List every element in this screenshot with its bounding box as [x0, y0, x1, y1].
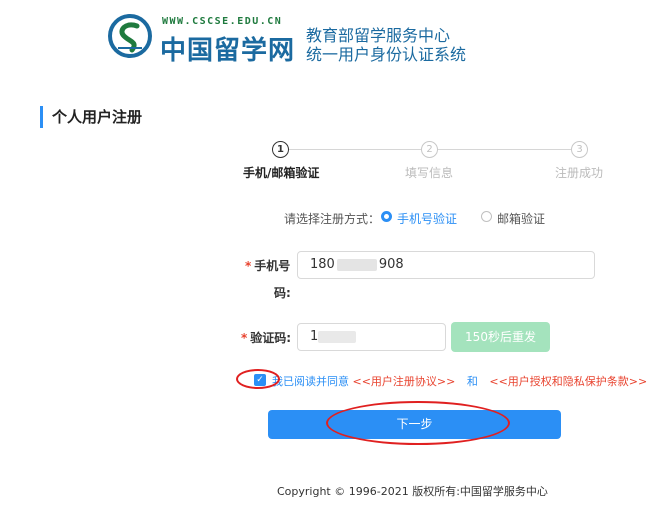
user-agreement-link[interactable]: <<用户注册协议>> [353, 375, 456, 388]
system-name: 统一用户身份认证系统 [306, 45, 467, 64]
masked-code [318, 330, 357, 343]
radio-email[interactable] [481, 211, 492, 222]
footer-copyright: Copyright © 1996-2021 版权所有:中国留学服务中心 [277, 485, 548, 498]
annotation-circle-next [326, 401, 510, 445]
radio-phone[interactable] [381, 211, 392, 222]
privacy-terms-link[interactable]: <<用户授权和隐私保护条款>> [489, 375, 647, 388]
step-1-label: 手机/邮箱验证 [243, 166, 320, 180]
method-label: 请选择注册方式： [284, 212, 381, 226]
radio-email-label[interactable]: 邮箱验证 [497, 210, 545, 227]
agreement-text: 我已阅读并同意 <<用户注册协议>> 和 <<用户授权和隐私保护条款>> [272, 375, 648, 388]
page-title: 个人用户注册 [40, 106, 142, 128]
annotation-circle-checkbox [236, 369, 280, 389]
phone-label-cont: 码: [274, 286, 291, 300]
code-label: * 验证码: [241, 331, 292, 345]
site-url-text: WWW.CSCSE.EDU.CN [162, 16, 283, 27]
site-name-logo: 中国留学网 [160, 36, 296, 66]
step-2-circle: 2 [421, 141, 438, 158]
masked-digits [336, 258, 377, 271]
cscse-logo-emblem [108, 14, 152, 58]
phone-input[interactable]: 180 908 [297, 251, 595, 279]
verification-code-input[interactable]: 1 [297, 323, 446, 351]
required-mark: * [245, 259, 252, 273]
step-connector-1 [289, 149, 421, 150]
required-mark: * [241, 331, 248, 345]
step-3-circle: 3 [571, 141, 588, 158]
step-connector-2 [438, 149, 571, 150]
phone-label: * 手机号 [245, 259, 291, 273]
step-3-label: 注册成功 [555, 166, 604, 180]
step-1-circle: 1 [272, 141, 289, 158]
resend-code-button[interactable]: 150秒后重发 [451, 322, 550, 352]
step-2-label: 填写信息 [405, 166, 454, 180]
radio-phone-label[interactable]: 手机号验证 [397, 210, 457, 227]
